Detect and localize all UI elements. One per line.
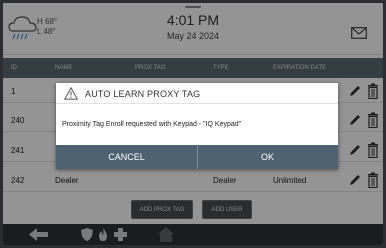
ok-button[interactable]: OK	[197, 145, 338, 169]
dialog-header: AUTO LEARN PROXY TAG	[56, 83, 338, 104]
dialog-title: AUTO LEARN PROXY TAG	[85, 89, 201, 99]
dialog-message: Proximity Tag Enroll requested with Keyp…	[62, 121, 242, 128]
panel-screen: H 68° L 48° 4:01 PM May 24 2024 ID NAME …	[3, 3, 383, 245]
dialog-button-bar: CANCEL OK	[56, 145, 338, 169]
warning-icon	[64, 87, 78, 100]
auto-learn-proxy-tag-dialog: AUTO LEARN PROXY TAG Proximity Tag Enrol…	[56, 83, 338, 169]
cancel-button[interactable]: CANCEL	[56, 145, 197, 169]
